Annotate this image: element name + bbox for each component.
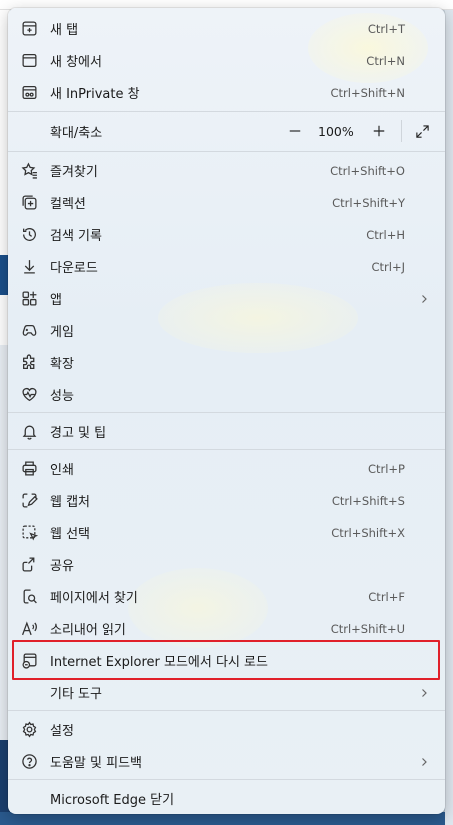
find-icon <box>20 588 38 606</box>
shortcut-label: Ctrl+Shift+X <box>331 525 405 540</box>
shortcut-label: Ctrl+Shift+U <box>330 621 405 636</box>
menu-item-label: Microsoft Edge 닫기 <box>50 793 175 808</box>
menu-item-label: 게임 <box>50 325 74 340</box>
zoom-divider <box>401 120 402 142</box>
menu-divider <box>8 151 445 152</box>
extensions-icon <box>20 354 38 372</box>
share-icon <box>20 556 38 574</box>
menu-item-label: 컬렉션 <box>50 197 86 212</box>
menu-item-new-window[interactable]: 새 창에서 Ctrl+N <box>8 45 445 76</box>
favorites-icon <box>20 162 38 180</box>
settings-and-more-menu: 새 탭 Ctrl+T 새 창에서 Ctrl+N 새 InPrivate 창 Ct… <box>8 8 445 814</box>
zoom-in-button[interactable] <box>368 120 390 142</box>
menu-divider <box>8 779 445 780</box>
chevron-right-icon <box>422 688 427 697</box>
menu-divider <box>8 111 445 112</box>
menu-item-close-edge[interactable]: Microsoft Edge 닫기 <box>8 783 445 814</box>
menu-item-games[interactable]: 게임 <box>8 315 445 346</box>
settings-icon <box>20 721 38 739</box>
menu-divider <box>8 710 445 711</box>
menu-item-label: 설정 <box>50 724 74 739</box>
shortcut-label: Ctrl+T <box>367 21 405 36</box>
download-icon <box>20 258 38 276</box>
menu-item-label: 새 InPrivate 창 <box>50 87 140 102</box>
zoom-level: 100% <box>318 123 354 139</box>
shortcut-label: Ctrl+Shift+O <box>330 163 405 178</box>
shortcut-label: Ctrl+Shift+S <box>331 493 405 508</box>
menu-item-help-feedback[interactable]: 도움말 및 피드백 <box>8 746 445 777</box>
background-right <box>445 10 453 825</box>
fullscreen-button[interactable] <box>411 120 433 142</box>
menu-divider <box>8 412 445 413</box>
menu-item-apps[interactable]: 앱 <box>8 283 445 314</box>
shortcut-label: Ctrl+H <box>366 227 405 242</box>
menu-item-label: 페이지에서 찾기 <box>50 591 138 606</box>
chevron-right-icon <box>422 294 427 303</box>
shortcut-label: Ctrl+J <box>371 259 406 274</box>
performance-icon <box>20 386 38 404</box>
menu-item-label: 새 창에서 <box>50 55 102 70</box>
history-icon <box>20 226 38 244</box>
menu-item-performance[interactable]: 성능 <box>8 379 445 410</box>
menu-item-label: 앱 <box>50 293 62 308</box>
print-icon <box>20 460 38 478</box>
shortcut-label: Ctrl+Shift+N <box>330 85 405 100</box>
menu-item-label: 검색 기록 <box>50 229 102 244</box>
menu-item-favorites[interactable]: 즐겨찾기 Ctrl+Shift+O <box>8 155 445 186</box>
shortcut-label: Ctrl+N <box>366 53 405 68</box>
menu-item-find-on-page[interactable]: 페이지에서 찾기 Ctrl+F <box>8 581 445 612</box>
chevron-right-icon <box>422 757 427 766</box>
menu-item-alerts-tips[interactable]: 경고 및 팁 <box>8 416 445 447</box>
menu-item-more-tools[interactable]: 기타 도구 <box>8 677 445 708</box>
menu-item-label: 공유 <box>50 559 74 574</box>
web-select-icon <box>20 524 38 542</box>
menu-item-label: 성능 <box>50 389 74 404</box>
menu-item-label: 기타 도구 <box>50 687 102 702</box>
help-icon <box>20 753 38 771</box>
read-aloud-icon <box>20 620 38 638</box>
games-icon <box>20 322 38 340</box>
menu-item-label: 새 탭 <box>50 23 79 38</box>
new-tab-icon <box>20 20 38 38</box>
menu-item-new-inprivate[interactable]: 새 InPrivate 창 Ctrl+Shift+N <box>8 77 445 108</box>
menu-item-label: 웹 선택 <box>50 527 91 542</box>
new-window-icon <box>20 52 38 70</box>
shortcut-label: Ctrl+P <box>367 461 405 476</box>
menu-item-collections[interactable]: 컬렉션 Ctrl+Shift+Y <box>8 187 445 218</box>
bell-icon <box>20 423 38 441</box>
menu-item-web-select[interactable]: 웹 선택 Ctrl+Shift+X <box>8 517 445 548</box>
shortcut-label: Ctrl+Shift+Y <box>332 195 405 210</box>
menu-item-extensions[interactable]: 확장 <box>8 347 445 378</box>
collections-icon <box>20 194 38 212</box>
menu-item-label: 확대/축소 <box>50 125 103 141</box>
highlight-box <box>12 640 440 680</box>
menu-item-new-tab[interactable]: 새 탭 Ctrl+T <box>8 13 445 44</box>
menu-item-downloads[interactable]: 다운로드 Ctrl+J <box>8 251 445 282</box>
menu-divider <box>8 449 445 450</box>
menu-item-zoom: 확대/축소 100% <box>8 115 445 147</box>
menu-item-label: 웹 캡처 <box>50 495 91 510</box>
shortcut-label: Ctrl+F <box>368 589 405 604</box>
inprivate-icon <box>20 84 38 102</box>
menu-item-label: 소리내어 읽기 <box>50 623 126 638</box>
menu-item-label: 확장 <box>50 357 74 372</box>
apps-icon <box>20 290 38 308</box>
menu-item-label: 다운로드 <box>50 261 98 276</box>
menu-item-label: 즐겨찾기 <box>50 165 98 180</box>
menu-item-label: 인쇄 <box>50 463 74 478</box>
web-capture-icon <box>20 492 38 510</box>
menu-item-settings[interactable]: 설정 <box>8 714 445 745</box>
zoom-out-button[interactable] <box>284 120 306 142</box>
menu-item-web-capture[interactable]: 웹 캡처 Ctrl+Shift+S <box>8 485 445 516</box>
menu-item-share[interactable]: 공유 <box>8 549 445 580</box>
menu-item-label: 경고 및 팁 <box>50 426 107 441</box>
menu-item-label: 도움말 및 피드백 <box>50 756 142 771</box>
menu-item-history[interactable]: 검색 기록 Ctrl+H <box>8 219 445 250</box>
menu-item-print[interactable]: 인쇄 Ctrl+P <box>8 453 445 484</box>
